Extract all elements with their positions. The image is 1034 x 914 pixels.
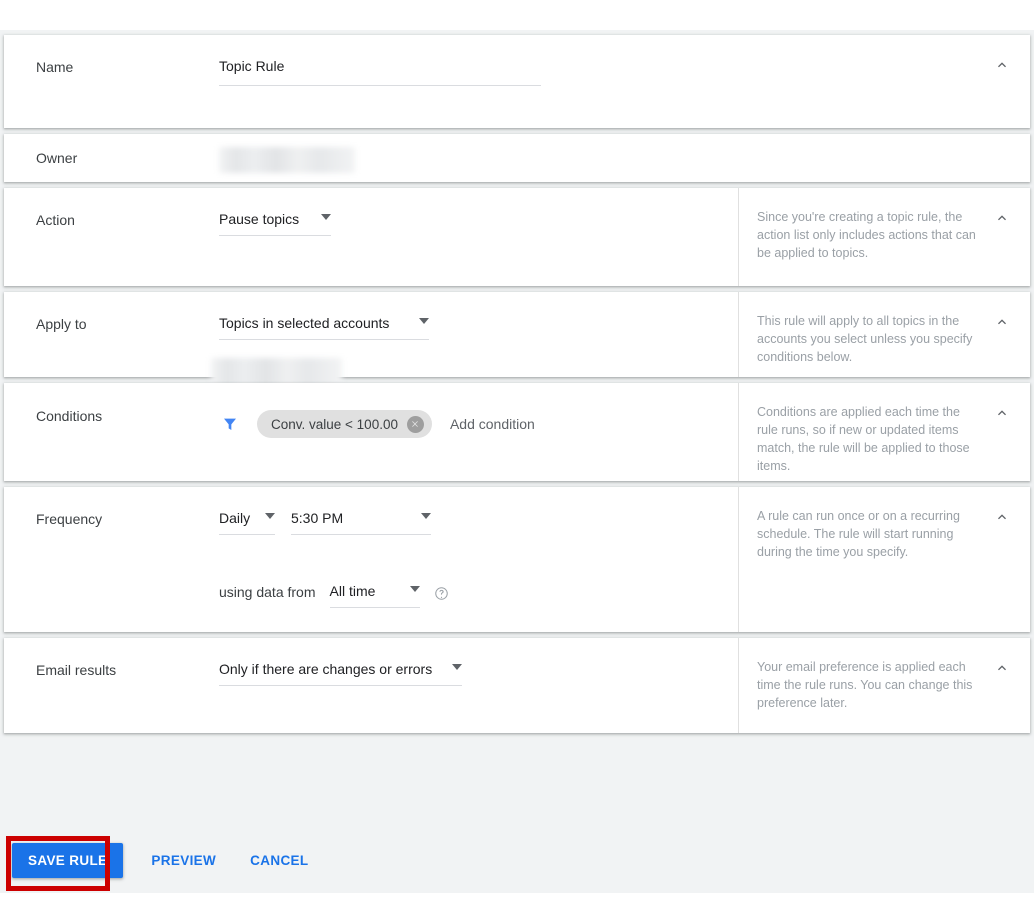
email-results-hint: Your email preference is applied each ti… [757, 660, 973, 710]
add-condition-button[interactable]: Add condition [450, 416, 535, 432]
email-results-select[interactable]: Only if there are changes or errors [219, 657, 462, 686]
action-bar: SAVE RULE PREVIEW CANCEL [0, 828, 1034, 893]
section-apply-to: Apply to Topics in selected accounts Thi… [4, 292, 1030, 386]
owner-value-redacted [219, 147, 355, 173]
section-email-results-label-col: Email results [4, 638, 219, 680]
section-action-label-col: Action [4, 188, 219, 230]
section-frequency-label-col: Frequency [4, 487, 219, 529]
frequency-interval-select[interactable]: Daily [219, 506, 275, 535]
frequency-label: Frequency [36, 511, 103, 527]
section-owner-hint-col [738, 134, 1030, 182]
apply-to-hint: This rule will apply to all topics in th… [757, 314, 973, 364]
section-frequency-hint-col: A rule can run once or on a recurring sc… [738, 487, 1030, 632]
name-label: Name [36, 59, 74, 75]
chevron-down-icon [409, 579, 420, 597]
frequency-interval-value: Daily [219, 510, 251, 526]
chevron-up-icon[interactable] [988, 308, 1016, 336]
conditions-row: Conv. value < 100.00 Add condition [219, 405, 738, 438]
apply-to-select[interactable]: Topics in selected accounts [219, 311, 429, 340]
section-name-hint-col [738, 35, 1030, 128]
frequency-hint: A rule can run once or on a recurring sc… [757, 509, 960, 559]
section-conditions-field-col: Conv. value < 100.00 Add condition [219, 383, 738, 438]
section-action: Action Pause topics Since you're creatin… [4, 188, 1030, 286]
apply-to-label: Apply to [36, 316, 87, 332]
section-conditions-hint-col: Conditions are applied each time the rul… [738, 383, 1030, 481]
cancel-button[interactable]: CANCEL [242, 843, 316, 878]
section-conditions-label-col: Conditions [4, 383, 219, 426]
frequency-data-range-value: All time [329, 583, 376, 599]
rule-sections-list: Name Owner Action [0, 30, 1034, 739]
action-hint: Since you're creating a topic rule, the … [757, 210, 976, 260]
email-results-label: Email results [36, 662, 117, 678]
selected-account-redacted[interactable] [211, 358, 342, 386]
action-label: Action [36, 212, 75, 228]
chevron-down-icon [265, 506, 275, 524]
close-icon[interactable] [406, 415, 424, 433]
rule-name-input[interactable] [219, 55, 541, 86]
frequency-data-range-select[interactable]: All time [329, 579, 420, 608]
section-apply-to-label-col: Apply to [4, 292, 219, 334]
chevron-down-icon [421, 506, 431, 524]
conditions-hint: Conditions are applied each time the rul… [757, 405, 970, 473]
action-select[interactable]: Pause topics [219, 207, 331, 236]
section-email-results-hint-col: Your email preference is applied each ti… [738, 638, 1030, 733]
chevron-up-icon[interactable] [988, 51, 1016, 79]
chevron-down-icon [419, 311, 429, 329]
section-email-results: Email results Only if there are changes … [4, 638, 1030, 733]
condition-chip[interactable]: Conv. value < 100.00 [257, 410, 432, 438]
section-conditions: Conditions Conv. value < 100.00 Add cond… [4, 383, 1030, 481]
apply-to-select-value: Topics in selected accounts [219, 315, 390, 331]
chevron-up-icon[interactable] [988, 204, 1016, 232]
section-action-field-col: Pause topics [219, 188, 738, 236]
section-frequency: Frequency Daily 5:30 PM using data from … [4, 487, 1030, 632]
chevron-up-icon[interactable] [988, 654, 1016, 682]
section-owner: Owner [4, 134, 1030, 182]
owner-label: Owner [36, 150, 78, 166]
frequency-time-value: 5:30 PM [291, 510, 344, 526]
save-button-wrap: SAVE RULE [12, 843, 124, 878]
frequency-time-select[interactable]: 5:30 PM [291, 506, 431, 535]
section-name-label-col: Name [4, 35, 219, 77]
chevron-down-icon [321, 207, 331, 225]
conditions-label: Conditions [36, 408, 103, 424]
chevron-down-icon [452, 657, 462, 675]
section-owner-label-col: Owner [4, 134, 219, 168]
section-action-hint-col: Since you're creating a topic rule, the … [738, 188, 1030, 286]
action-select-value: Pause topics [219, 211, 300, 227]
condition-chip-label: Conv. value < 100.00 [271, 416, 398, 432]
frequency-schedule-row: Daily 5:30 PM [219, 506, 738, 535]
section-frequency-field-col: Daily 5:30 PM using data from All time [219, 487, 738, 608]
frequency-data-range-row: using data from All time [219, 579, 738, 608]
help-circle-icon[interactable] [434, 586, 449, 601]
save-rule-button[interactable]: SAVE RULE [12, 843, 124, 878]
preview-button[interactable]: PREVIEW [143, 843, 224, 878]
chevron-up-icon[interactable] [988, 399, 1016, 427]
section-apply-to-hint-col: This rule will apply to all topics in th… [738, 292, 1030, 377]
using-data-from-label: using data from [219, 584, 316, 600]
section-apply-to-field-col: Topics in selected accounts [211, 292, 738, 386]
section-name-field-col [219, 35, 738, 86]
section-email-results-field-col: Only if there are changes or errors [219, 638, 738, 686]
chevron-up-icon[interactable] [988, 503, 1016, 531]
rule-editor-page: Name Owner Action [0, 0, 1034, 914]
filter-icon[interactable] [219, 416, 241, 432]
section-owner-field-col [219, 134, 738, 173]
section-name: Name [4, 35, 1030, 128]
email-results-select-value: Only if there are changes or errors [219, 661, 433, 677]
